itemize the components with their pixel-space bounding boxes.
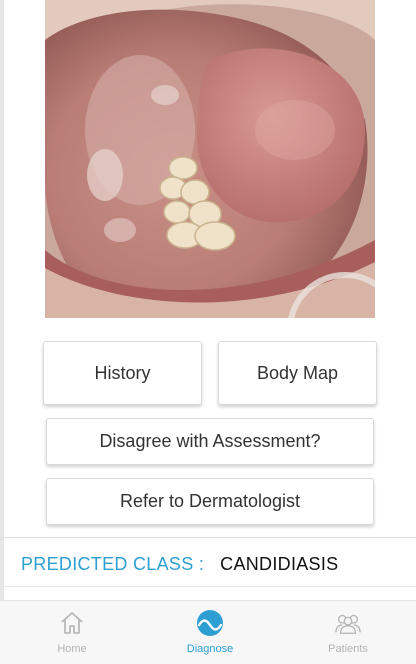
tab-home[interactable]: Home	[42, 601, 102, 664]
body-map-button[interactable]: Body Map	[218, 341, 377, 405]
diagnose-icon	[196, 609, 224, 637]
tab-diagnose[interactable]: Diagnose	[175, 601, 245, 664]
body-map-button-label: Body Map	[256, 362, 339, 383]
lesion-photo	[45, 0, 375, 318]
tab-patients[interactable]: Patients	[318, 601, 378, 664]
tab-home-label: Home	[57, 643, 87, 655]
history-button[interactable]: History	[43, 341, 202, 405]
divider	[0, 586, 416, 587]
tab-patients-label: Patients	[328, 643, 368, 655]
refer-button-label: Refer to Dermatologist	[119, 491, 301, 511]
predicted-class-value: CANDIDIASIS	[220, 553, 339, 574]
divider	[0, 537, 416, 538]
tab-bar: Home Diagnose Patients	[0, 600, 416, 664]
refer-button[interactable]: Refer to Dermatologist	[46, 478, 374, 525]
disagree-button-label: Disagree with Assessment?	[99, 431, 321, 451]
home-icon	[58, 609, 86, 637]
disagree-button[interactable]: Disagree with Assessment?	[46, 418, 374, 465]
predicted-class-label: PREDICTED CLASS :	[21, 553, 205, 574]
left-edge-strip	[0, 0, 4, 600]
history-button-label: History	[94, 362, 151, 383]
tab-diagnose-label: Diagnose	[186, 643, 234, 655]
predicted-class-row: PREDICTED CLASS : CANDIDIASIS	[21, 552, 338, 576]
patients-icon	[334, 609, 362, 637]
